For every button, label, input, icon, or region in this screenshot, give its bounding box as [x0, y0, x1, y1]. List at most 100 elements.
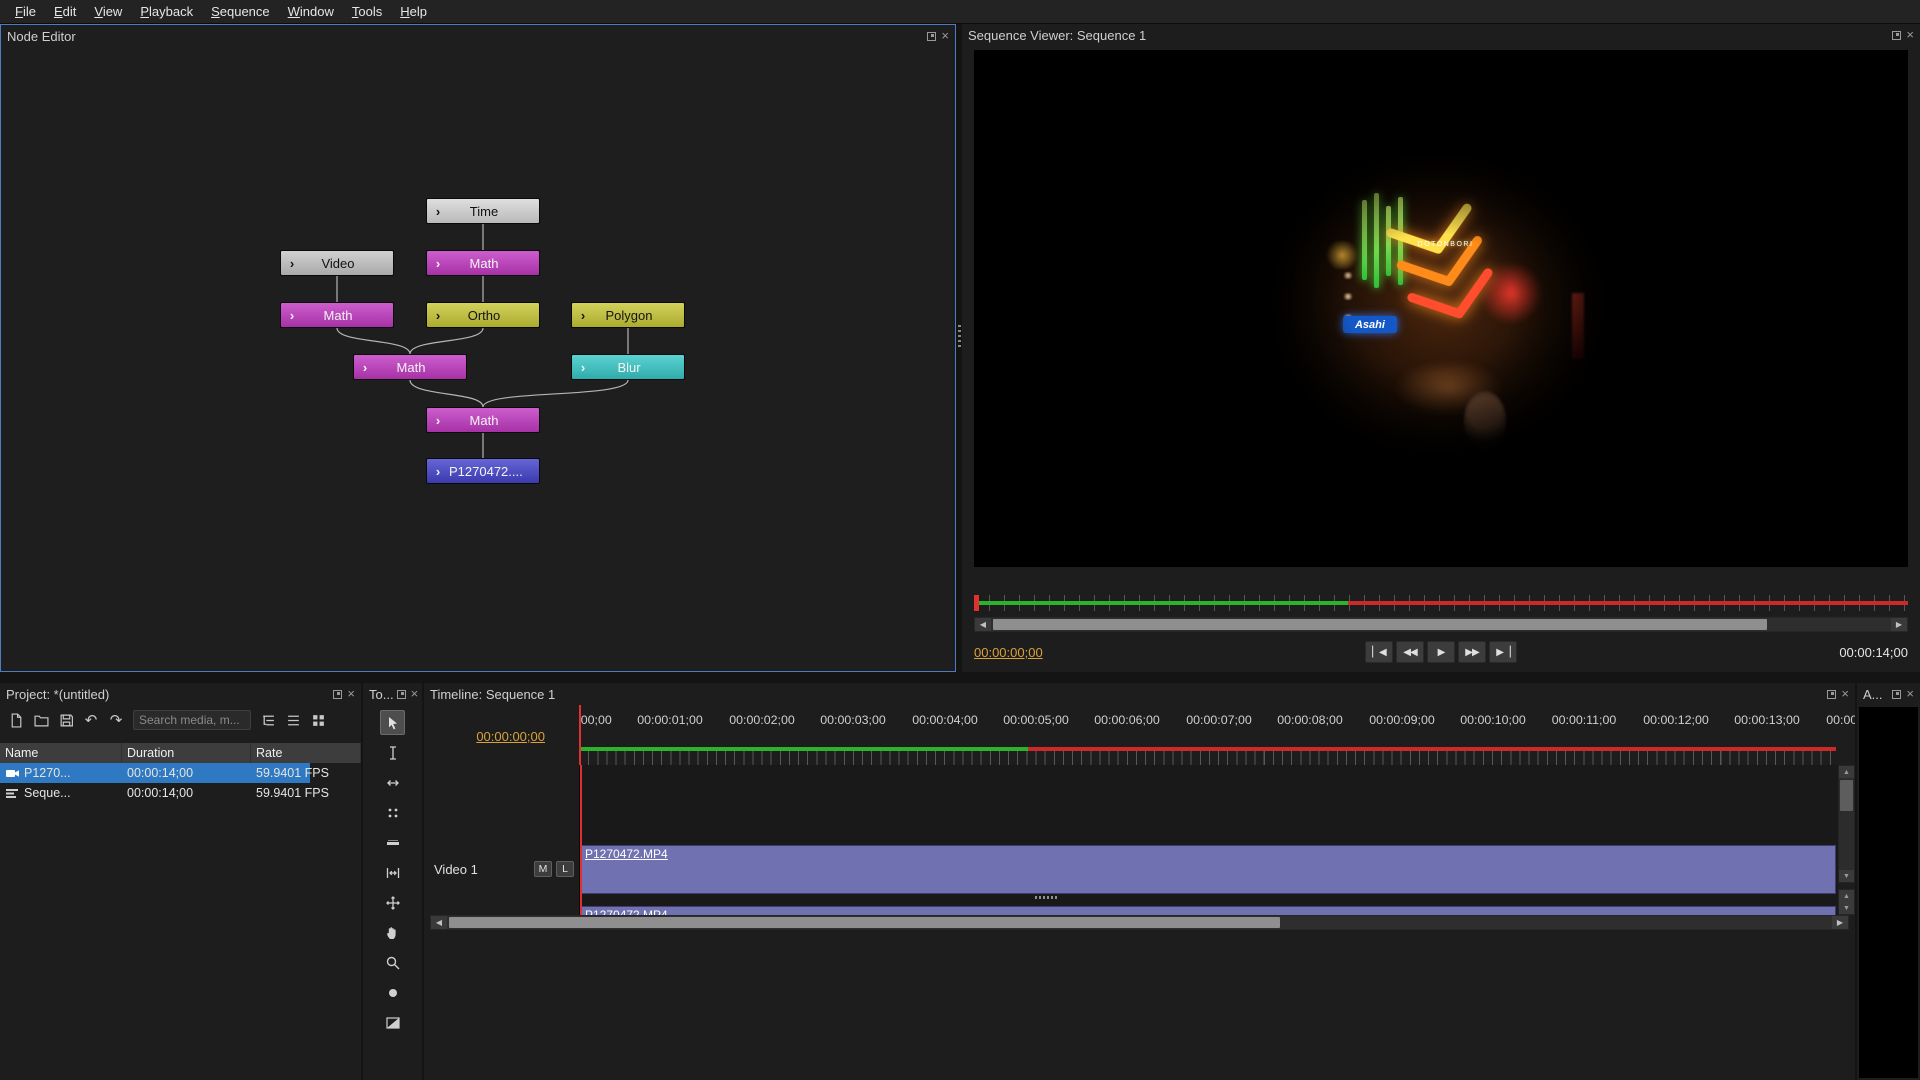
- float-panel-icon[interactable]: [1892, 689, 1902, 699]
- audio-track-scrollbar[interactable]: ▲ ▼: [1838, 889, 1855, 915]
- collapse-icon[interactable]: ›: [572, 360, 594, 375]
- viewer-title-bar[interactable]: Sequence Viewer: Sequence 1 ×: [962, 24, 1920, 46]
- close-panel-icon[interactable]: ×: [347, 687, 355, 700]
- next-frame-button[interactable]: ▶▶: [1458, 641, 1486, 663]
- close-panel-icon[interactable]: ×: [941, 29, 949, 42]
- slide-tool-button[interactable]: [380, 890, 405, 915]
- timeline-clip-area[interactable]: P1270472.MP4 P1270472.MP4: [579, 765, 1838, 915]
- collapse-icon[interactable]: ›: [572, 308, 594, 323]
- collapse-icon[interactable]: ›: [427, 256, 449, 271]
- scrollbar-handle[interactable]: [1840, 780, 1853, 812]
- collapse-icon[interactable]: ›: [354, 360, 376, 375]
- table-header[interactable]: Name Duration Rate: [0, 743, 361, 763]
- list-view-button[interactable]: [282, 709, 304, 731]
- hand-tool-button[interactable]: [380, 920, 405, 945]
- collapse-icon[interactable]: ›: [427, 413, 449, 428]
- play-button[interactable]: ▶: [1427, 641, 1455, 663]
- viewer-current-timecode[interactable]: 00:00:00;00: [974, 645, 1043, 660]
- menu-tools[interactable]: Tools: [343, 2, 391, 21]
- scroll-down-icon[interactable]: ▼: [1839, 870, 1854, 882]
- redo-button[interactable]: ↷: [105, 709, 127, 731]
- float-panel-icon[interactable]: [1892, 30, 1902, 40]
- menu-sequence[interactable]: Sequence: [202, 2, 279, 21]
- float-panel-icon[interactable]: [927, 31, 937, 41]
- scroll-left-icon[interactable]: ◀: [431, 916, 447, 929]
- save-project-button[interactable]: [55, 709, 77, 731]
- open-project-button[interactable]: [30, 709, 52, 731]
- record-tool-button[interactable]: [380, 980, 405, 1005]
- menu-window[interactable]: Window: [279, 2, 343, 21]
- scroll-up-icon[interactable]: ▲: [1839, 766, 1854, 778]
- close-panel-icon[interactable]: ×: [1841, 687, 1849, 700]
- scrollbar-track[interactable]: [991, 618, 1891, 631]
- icon-view-button[interactable]: [307, 709, 329, 731]
- rolling-tool-button[interactable]: [380, 800, 405, 825]
- viewer-playhead[interactable]: [974, 595, 979, 611]
- node-math-3[interactable]: › Math: [353, 354, 467, 380]
- new-project-button[interactable]: [5, 709, 27, 731]
- timeline-ruler[interactable]: 00:00:00;00 00:00:01;00 00:00:02;00 00:0…: [579, 705, 1855, 765]
- audio-clip[interactable]: P1270472.MP4: [580, 906, 1836, 915]
- menu-playback[interactable]: Playback: [131, 2, 202, 21]
- table-row-media[interactable]: P1270... 00:00:14;00 59.9401 FPS: [0, 763, 361, 783]
- collapse-icon[interactable]: ›: [281, 256, 303, 271]
- scroll-right-icon[interactable]: ▶: [1832, 916, 1848, 929]
- tools-title-bar[interactable]: To... ×: [363, 683, 422, 705]
- collapse-icon[interactable]: ›: [427, 204, 449, 219]
- close-panel-icon[interactable]: ×: [411, 687, 419, 700]
- timeline-title-bar[interactable]: Timeline: Sequence 1 ×: [424, 683, 1855, 705]
- video-track-scrollbar[interactable]: ▲ ▼: [1838, 765, 1855, 883]
- timeline-playhead[interactable]: [579, 705, 581, 765]
- column-name[interactable]: Name: [0, 743, 122, 763]
- float-panel-icon[interactable]: [396, 689, 406, 699]
- mute-button[interactable]: M: [534, 861, 552, 877]
- ripple-tool-button[interactable]: [380, 770, 405, 795]
- track-resize-handle[interactable]: [1035, 896, 1057, 899]
- scroll-left-icon[interactable]: ◀: [975, 618, 991, 631]
- prev-frame-button[interactable]: ◀◀: [1396, 641, 1424, 663]
- node-editor-title-bar[interactable]: Node Editor ×: [1, 25, 955, 47]
- table-row-sequence[interactable]: Seque... 00:00:14;00 59.9401 FPS: [0, 783, 361, 803]
- audio-monitor-title-bar[interactable]: A... ×: [1857, 683, 1920, 705]
- collapse-icon[interactable]: ›: [427, 464, 449, 479]
- viewer-timeline-ruler[interactable]: [974, 595, 1908, 611]
- timeline-horizontal-scrollbar[interactable]: ◀ ▶: [430, 915, 1849, 930]
- close-panel-icon[interactable]: ×: [1906, 687, 1914, 700]
- node-math-1[interactable]: › Math: [426, 250, 540, 276]
- viewer-scrollbar[interactable]: ◀ ▶: [974, 617, 1908, 632]
- menu-view[interactable]: View: [85, 2, 131, 21]
- timeline-current-timecode[interactable]: 00:00:00;00: [476, 729, 545, 744]
- node-time[interactable]: › Time: [426, 198, 540, 224]
- timeline-playhead-line[interactable]: [580, 765, 582, 915]
- transition-tool-button[interactable]: [380, 1010, 405, 1035]
- slip-tool-button[interactable]: [380, 860, 405, 885]
- go-to-end-button[interactable]: ▶▕: [1489, 641, 1517, 663]
- zoom-tool-button[interactable]: [380, 950, 405, 975]
- collapse-icon[interactable]: ›: [427, 308, 449, 323]
- go-to-start-button[interactable]: ▏◀: [1365, 641, 1393, 663]
- float-panel-icon[interactable]: [333, 689, 343, 699]
- column-duration[interactable]: Duration: [122, 743, 251, 763]
- float-panel-icon[interactable]: [1827, 689, 1837, 699]
- project-title-bar[interactable]: Project: *(untitled) ×: [0, 683, 361, 705]
- undo-button[interactable]: ↶: [80, 709, 102, 731]
- scrollbar-handle[interactable]: [993, 619, 1767, 630]
- node-blur[interactable]: › Blur: [571, 354, 685, 380]
- razor-tool-button[interactable]: [380, 830, 405, 855]
- menu-file[interactable]: File: [6, 2, 45, 21]
- scrollbar-handle[interactable]: [449, 917, 1280, 928]
- scroll-down-icon[interactable]: ▼: [1839, 902, 1854, 914]
- node-ortho[interactable]: › Ortho: [426, 302, 540, 328]
- node-math-2[interactable]: › Math: [280, 302, 394, 328]
- scroll-up-icon[interactable]: ▲: [1839, 890, 1854, 902]
- pointer-tool-button[interactable]: [380, 710, 405, 735]
- close-panel-icon[interactable]: ×: [1906, 28, 1914, 41]
- scrollbar-track[interactable]: [1839, 778, 1854, 870]
- scrollbar-track[interactable]: [447, 916, 1832, 929]
- video-clip[interactable]: P1270472.MP4: [580, 845, 1836, 894]
- collapse-icon[interactable]: ›: [281, 308, 303, 323]
- tree-view-button[interactable]: [257, 709, 279, 731]
- panel-splitter-handle[interactable]: [958, 325, 961, 349]
- search-input[interactable]: [133, 710, 251, 730]
- node-graph-canvas[interactable]: › Time › Video › Math › Math › Ortho › P…: [1, 47, 955, 671]
